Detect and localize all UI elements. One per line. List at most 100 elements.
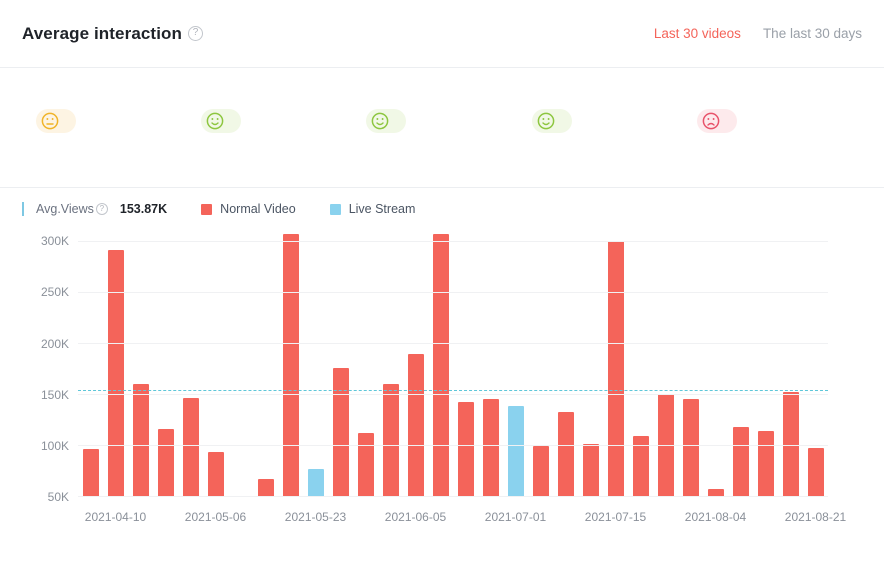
bar-column[interactable] (228, 232, 253, 497)
average-interaction-panel: Average interaction ? Last 30 videos The… (0, 0, 884, 584)
bar-column[interactable] (478, 232, 503, 497)
bar-normal-video[interactable] (682, 399, 699, 497)
bar-normal-video[interactable] (732, 426, 749, 497)
bar-normal-video[interactable] (607, 241, 624, 497)
bar-column[interactable] (553, 232, 578, 497)
bars-container (78, 232, 828, 497)
bar-column[interactable] (453, 232, 478, 497)
bar-normal-video[interactable] (257, 478, 274, 497)
bar-normal-video[interactable] (82, 449, 99, 497)
bar-normal-video[interactable] (407, 354, 424, 497)
bar-normal-video[interactable] (432, 234, 449, 497)
bar-column[interactable] (203, 232, 228, 497)
gridline: 100K (41, 439, 828, 453)
bar-column[interactable] (703, 232, 728, 497)
bar-column[interactable] (128, 232, 153, 497)
x-axis-labels: 2021-04-10 2021-05-06 2021-05-23 2021-06-05… (78, 510, 846, 526)
plot-area: 50K 100K 150K 200K 250K 300K (41, 232, 828, 504)
bar-normal-video[interactable] (757, 430, 774, 497)
bar-live-stream[interactable] (507, 406, 524, 497)
normal-video-swatch-icon (201, 203, 213, 215)
neutral-face-icon (41, 112, 59, 130)
bar-normal-video[interactable] (482, 399, 499, 497)
bar-normal-video[interactable] (382, 383, 399, 497)
bar-column[interactable] (778, 232, 803, 497)
x-axis-tick-label: 2021-08-04 (684, 510, 747, 524)
avg-views-label: Avg.Views ? (36, 202, 108, 216)
metric-card-likes-views (366, 90, 531, 133)
x-axis-tick-label: 2021-08-21 (784, 510, 847, 524)
bar-column[interactable] (728, 232, 753, 497)
bar-column[interactable] (578, 232, 603, 497)
gridline: 50K (48, 490, 828, 504)
bar-live-stream[interactable] (307, 469, 324, 497)
bar-column[interactable] (628, 232, 653, 497)
bar-normal-video[interactable] (457, 402, 474, 497)
gridline: 300K (41, 234, 828, 248)
page-title: Average interaction (22, 23, 182, 43)
bar-column[interactable] (328, 232, 353, 497)
bar-column[interactable] (653, 232, 678, 497)
bar-column[interactable] (78, 232, 103, 497)
bar-column[interactable] (278, 232, 303, 497)
bar-normal-video[interactable] (582, 444, 599, 497)
y-axis-tick-label: 200K (40, 336, 69, 351)
bar-normal-video[interactable] (207, 452, 224, 497)
smiley-face-icon (371, 112, 389, 130)
bar-column[interactable] (503, 232, 528, 497)
range-tabs: Last 30 videos The last 30 days (654, 26, 862, 41)
bar-normal-video[interactable] (132, 383, 149, 497)
x-axis-tick-label: 2021-05-06 (184, 510, 247, 524)
bar-normal-video[interactable] (107, 250, 124, 497)
tab-last-30-days[interactable]: The last 30 days (763, 26, 862, 41)
bar-normal-video[interactable] (282, 234, 299, 497)
bar-column[interactable] (253, 232, 278, 497)
y-axis-tick-label: 150K (40, 387, 69, 402)
bar-normal-video[interactable] (807, 448, 824, 497)
smiley-face-icon (206, 112, 224, 130)
tab-last-30-videos[interactable]: Last 30 videos (654, 26, 741, 41)
bar-normal-video[interactable] (332, 367, 349, 497)
bar-column[interactable] (153, 232, 178, 497)
bar-column[interactable] (178, 232, 203, 497)
bar-normal-video[interactable] (557, 412, 574, 497)
legend-item-normal-video[interactable]: Normal Video (201, 202, 296, 216)
y-axis-tick-label: 250K (40, 285, 69, 300)
metric-card-dislikes-views (696, 90, 862, 133)
bar-column[interactable] (303, 232, 328, 497)
question-circle-icon[interactable]: ? (188, 26, 203, 41)
bar-column[interactable] (428, 232, 453, 497)
bar-column[interactable] (378, 232, 403, 497)
legend-accent-bar (22, 202, 24, 216)
question-circle-icon[interactable]: ? (95, 203, 108, 215)
legend-label-live-stream: Live Stream (348, 202, 416, 216)
bar-normal-video[interactable] (157, 428, 174, 497)
gridline: 200K (41, 337, 828, 351)
y-axis-tick-label: 300K (40, 234, 69, 249)
bar-chart: 50K 100K 150K 200K 250K 300K 2021-04-10 2021-0… (0, 222, 884, 542)
bar-column[interactable] (803, 232, 828, 497)
avg-views-text: Avg.Views (36, 202, 94, 216)
gridline: 150K (41, 388, 828, 402)
status-badge (36, 109, 76, 133)
bar-normal-video[interactable] (182, 398, 199, 497)
y-axis-tick-label: 100K (40, 438, 69, 453)
status-badge (531, 109, 572, 133)
x-axis-tick-label: 2021-07-15 (584, 510, 647, 524)
bar-column[interactable] (353, 232, 378, 497)
metric-card-views-subs (201, 90, 366, 133)
metric-card-engagement-rate (36, 90, 201, 133)
bar-column[interactable] (603, 232, 628, 497)
bar-column[interactable] (403, 232, 428, 497)
bar-column[interactable] (103, 232, 128, 497)
average-views-line (78, 390, 828, 392)
status-badge (201, 109, 242, 133)
bar-normal-video[interactable] (357, 432, 374, 497)
legend-item-live-stream[interactable]: Live Stream (329, 202, 416, 216)
chart-legend: Avg.Views ? 153.87K Normal Video Live St… (0, 188, 884, 216)
bar-normal-video[interactable] (532, 446, 549, 497)
bar-column[interactable] (678, 232, 703, 497)
bar-column[interactable] (528, 232, 553, 497)
bar-column[interactable] (753, 232, 778, 497)
status-badge (366, 109, 407, 133)
